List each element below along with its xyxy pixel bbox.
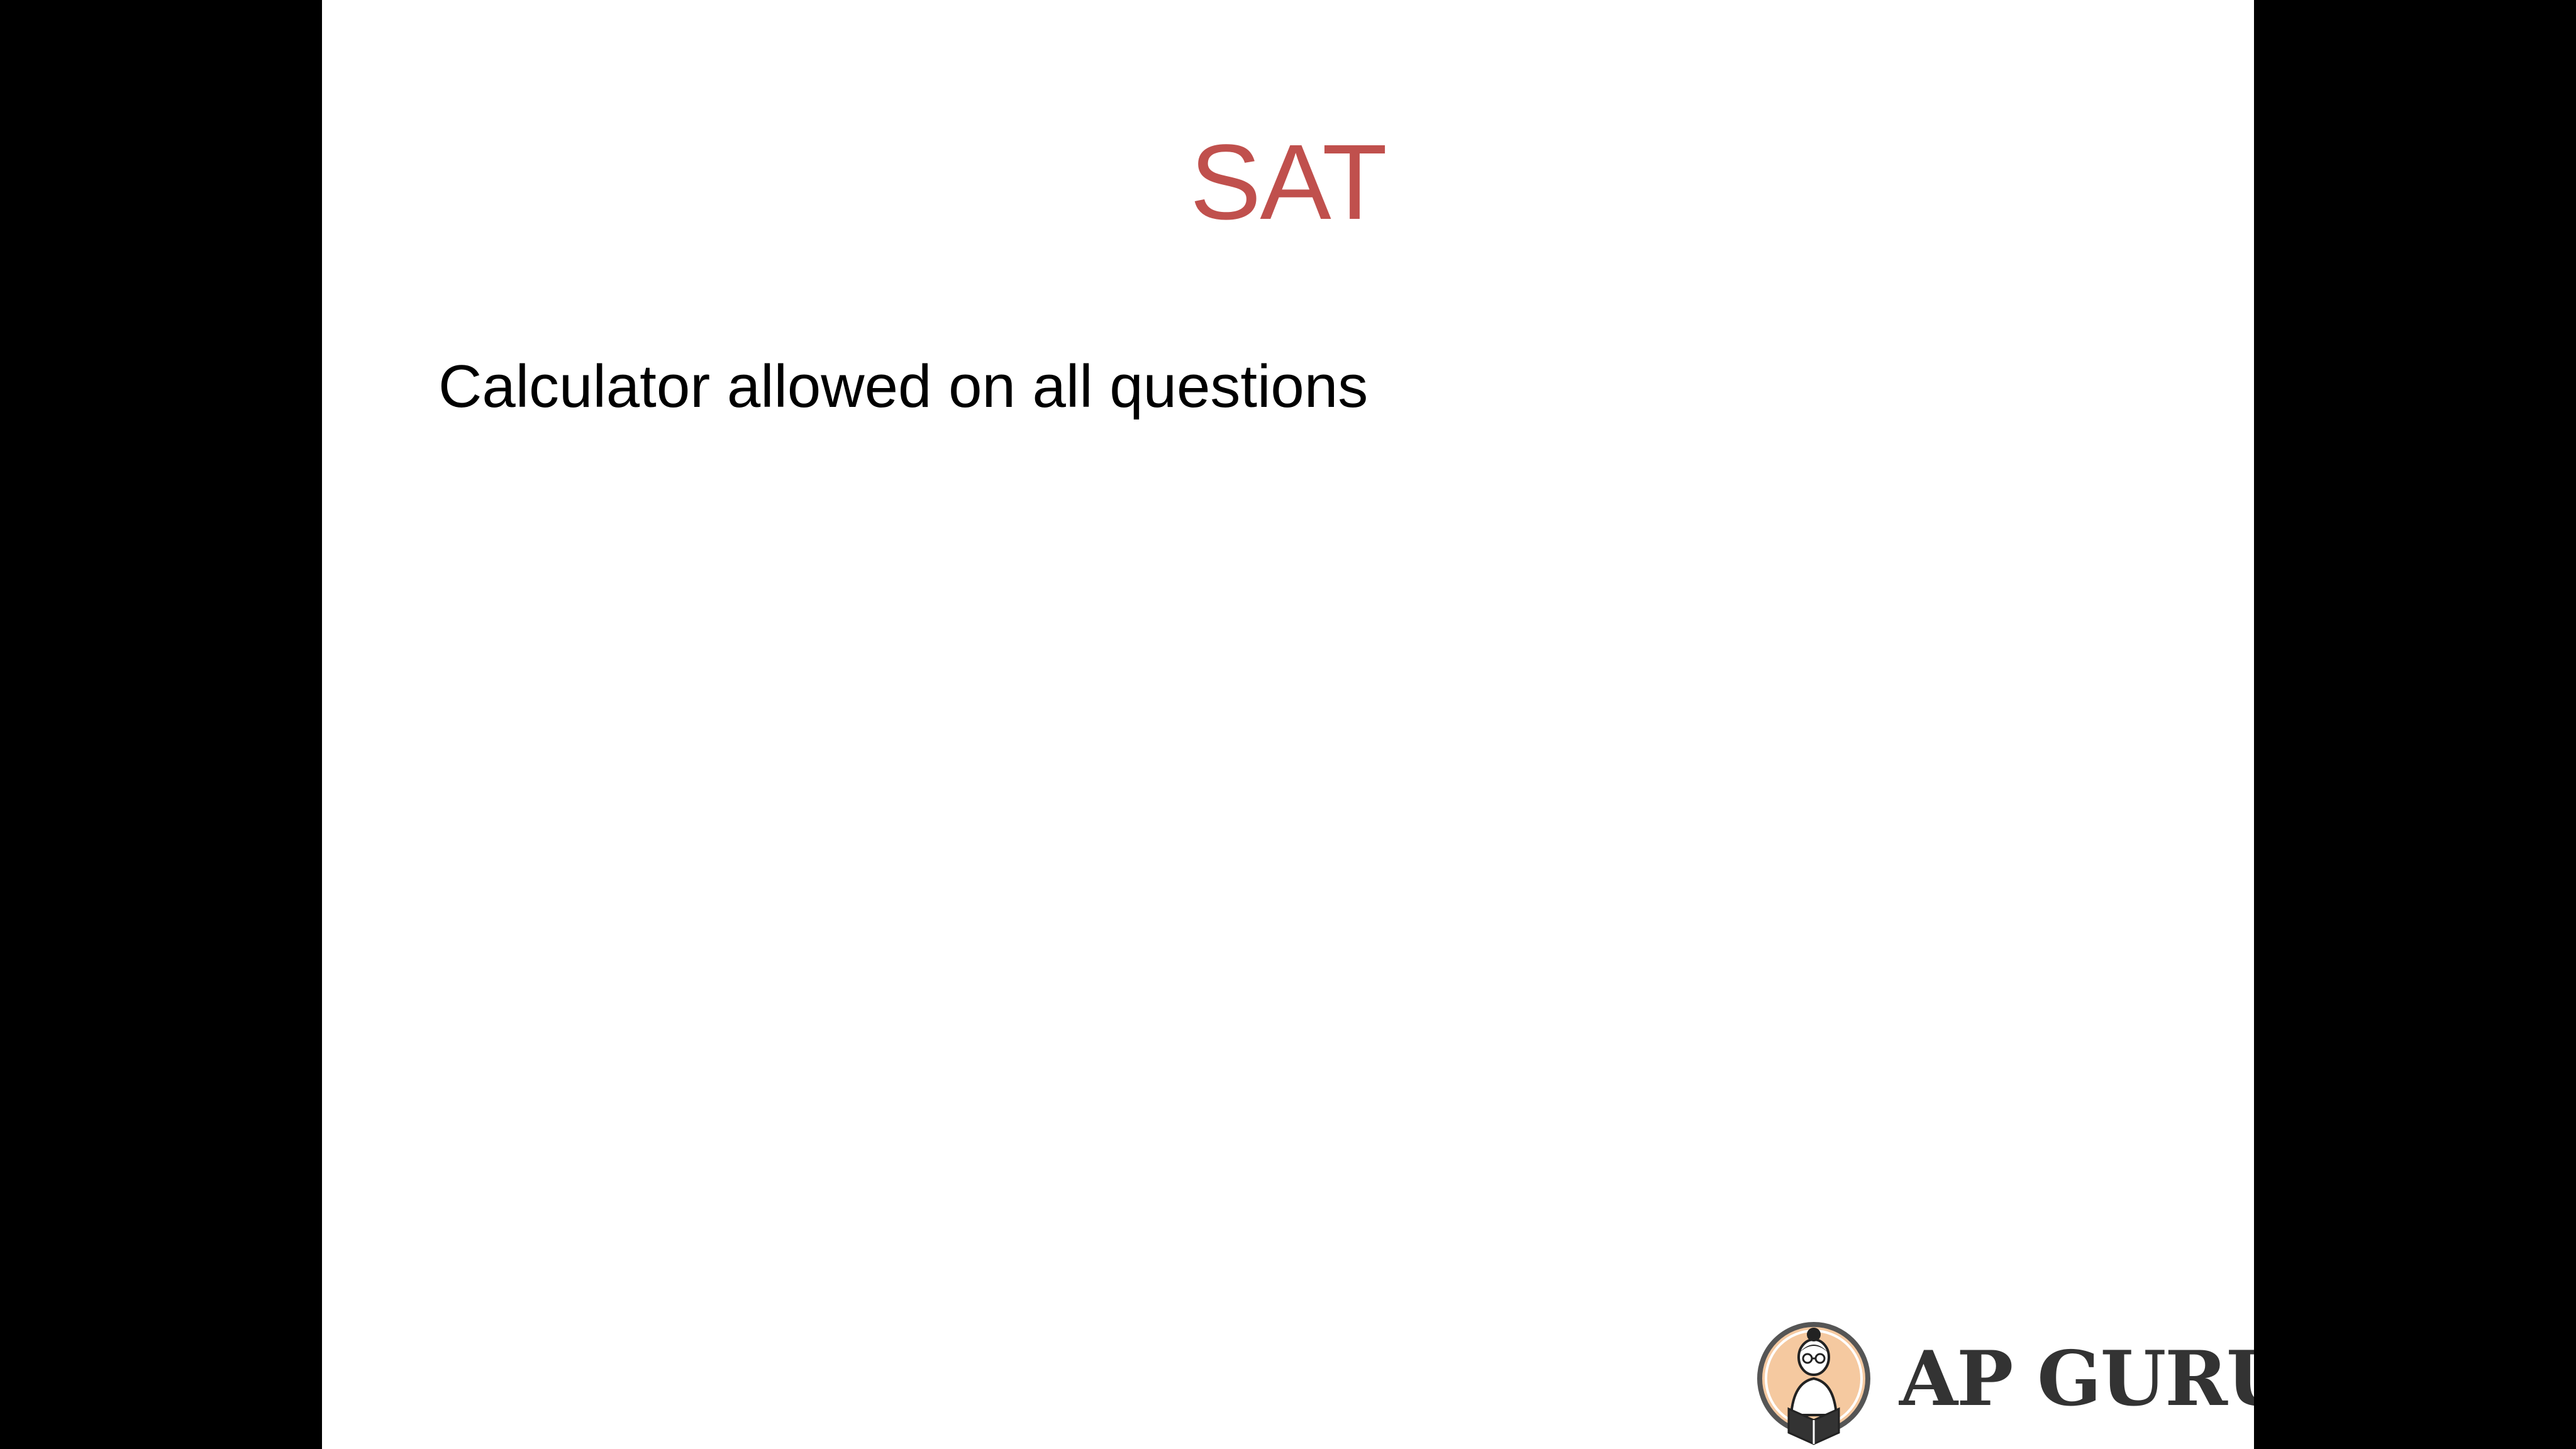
slide-body-text: Calculator allowed on all questions — [438, 353, 1368, 420]
ap-guru-logo: AP GURU — [1748, 1318, 2254, 1449]
slide-title: SAT — [1189, 123, 1387, 242]
logo-wordmark: AP GURU — [1899, 1335, 2254, 1423]
reading-person-icon — [1757, 1322, 1870, 1445]
slide-viewer: SAT Calculator allowed on all questions — [0, 0, 2576, 1449]
slide: SAT Calculator allowed on all questions — [322, 0, 2254, 1449]
